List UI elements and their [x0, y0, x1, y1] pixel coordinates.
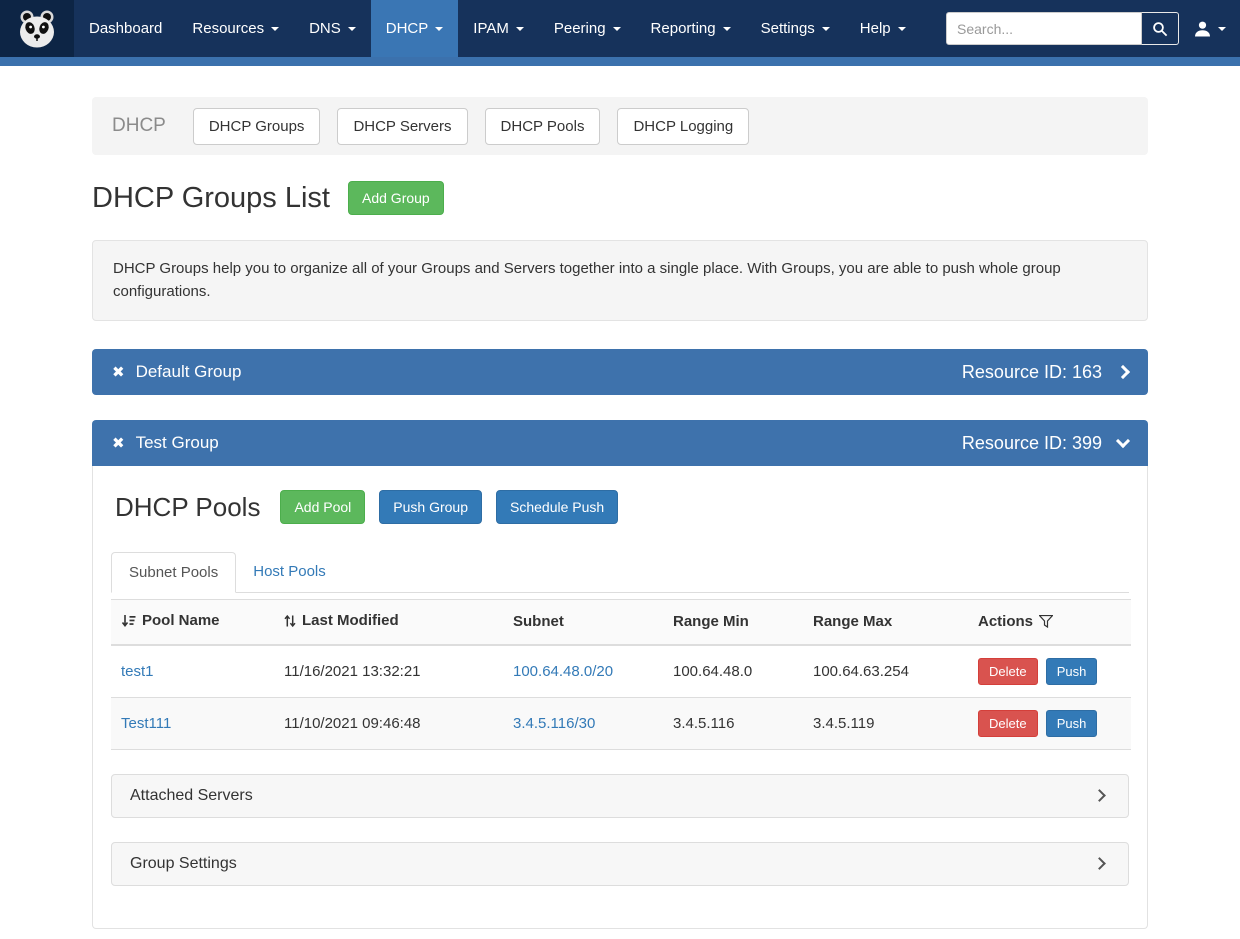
- delete-pool-button[interactable]: Delete: [978, 710, 1038, 737]
- main-menu: Dashboard Resources DNS DHCP IPAM Peerin…: [74, 0, 921, 57]
- chevron-down-icon: [822, 27, 830, 31]
- nav-dns[interactable]: DNS: [294, 0, 371, 57]
- column-header-pool-name[interactable]: Pool Name: [111, 600, 274, 645]
- resource-id-label: Resource ID: 163: [962, 362, 1102, 383]
- add-pool-button[interactable]: Add Pool: [280, 490, 365, 524]
- range-max-cell: 3.4.5.119: [803, 697, 968, 749]
- last-modified-cell: 11/16/2021 13:32:21: [274, 645, 503, 698]
- pools-table: Pool Name Last Modified: [111, 599, 1131, 750]
- main-content: DHCP DHCP Groups DHCP Servers DHCP Pools…: [0, 66, 1240, 939]
- delete-group-icon[interactable]: ✖: [112, 363, 125, 381]
- nav-help[interactable]: Help: [845, 0, 921, 57]
- chevron-right-icon: [1116, 365, 1130, 379]
- app-logo[interactable]: [0, 0, 74, 57]
- panda-logo-icon: [15, 9, 59, 49]
- push-group-button[interactable]: Push Group: [379, 490, 482, 524]
- user-menu[interactable]: [1193, 20, 1226, 38]
- range-max-cell: 100.64.63.254: [803, 645, 968, 698]
- search-icon: [1152, 21, 1168, 37]
- chevron-down-icon: [1116, 434, 1130, 448]
- chevron-right-icon: [1093, 857, 1106, 870]
- table-row: test1 11/16/2021 13:32:21 100.64.48.0/20…: [111, 645, 1131, 698]
- dhcp-pools-button[interactable]: DHCP Pools: [485, 108, 601, 145]
- column-header-range-max: Range Max: [803, 600, 968, 645]
- subnet-link[interactable]: 100.64.48.0/20: [513, 663, 613, 680]
- chevron-down-icon: [348, 27, 356, 31]
- groups-description: DHCP Groups help you to organize all of …: [92, 240, 1148, 321]
- breadcrumb: DHCP DHCP Groups DHCP Servers DHCP Pools…: [92, 97, 1148, 155]
- navbar-search: [946, 12, 1179, 45]
- group-header-test-group[interactable]: ✖ Test Group Resource ID: 399: [92, 420, 1148, 466]
- add-group-button[interactable]: Add Group: [348, 181, 444, 215]
- dhcp-servers-button[interactable]: DHCP Servers: [337, 108, 467, 145]
- sort-icon: [284, 614, 296, 628]
- last-modified-cell: 11/10/2021 09:46:48: [274, 697, 503, 749]
- chevron-right-icon: [1093, 789, 1106, 802]
- nav-peering[interactable]: Peering: [539, 0, 636, 57]
- top-navbar: Dashboard Resources DNS DHCP IPAM Peerin…: [0, 0, 1240, 57]
- navbar-right: [946, 0, 1240, 57]
- push-pool-button[interactable]: Push: [1046, 710, 1098, 737]
- chevron-down-icon: [1218, 27, 1226, 31]
- filter-icon[interactable]: [1039, 615, 1053, 628]
- column-header-range-min: Range Min: [663, 600, 803, 645]
- user-icon: [1193, 20, 1212, 38]
- range-min-cell: 100.64.48.0: [663, 645, 803, 698]
- page-title: DHCP Groups List: [92, 182, 330, 215]
- nav-dashboard[interactable]: Dashboard: [74, 0, 177, 57]
- nav-settings[interactable]: Settings: [746, 0, 845, 57]
- dhcp-groups-button[interactable]: DHCP Groups: [193, 108, 321, 145]
- search-input[interactable]: [946, 12, 1142, 45]
- subnet-link[interactable]: 3.4.5.116/30: [513, 715, 595, 732]
- column-header-subnet: Subnet: [503, 600, 663, 645]
- chevron-down-icon: [271, 27, 279, 31]
- search-button[interactable]: [1142, 12, 1179, 45]
- schedule-push-button[interactable]: Schedule Push: [496, 490, 618, 524]
- nav-reporting[interactable]: Reporting: [636, 0, 746, 57]
- breadcrumb-title: DHCP: [112, 115, 166, 137]
- delete-pool-button[interactable]: Delete: [978, 658, 1038, 685]
- sort-desc-icon: [121, 614, 136, 628]
- chevron-down-icon: [435, 27, 443, 31]
- group-header-default-group[interactable]: ✖ Default Group Resource ID: 163: [92, 349, 1148, 395]
- pools-title: DHCP Pools: [115, 492, 260, 523]
- test-group-panel: DHCP Pools Add Pool Push Group Schedule …: [92, 466, 1148, 929]
- chevron-down-icon: [898, 27, 906, 31]
- attached-servers-section[interactable]: Attached Servers: [111, 774, 1129, 818]
- dhcp-logging-button[interactable]: DHCP Logging: [617, 108, 749, 145]
- chevron-down-icon: [613, 27, 621, 31]
- column-header-last-modified[interactable]: Last Modified: [274, 600, 503, 645]
- range-min-cell: 3.4.5.116: [663, 697, 803, 749]
- nav-ipam[interactable]: IPAM: [458, 0, 539, 57]
- delete-group-icon[interactable]: ✖: [112, 434, 125, 452]
- tab-subnet-pools[interactable]: Subnet Pools: [111, 552, 236, 593]
- column-header-actions: Actions: [968, 600, 1131, 645]
- group-name: Default Group: [136, 362, 242, 382]
- chevron-down-icon: [516, 27, 524, 31]
- group-settings-section[interactable]: Group Settings: [111, 842, 1129, 886]
- pool-name-link[interactable]: test1: [121, 663, 154, 680]
- group-name: Test Group: [136, 433, 219, 453]
- chevron-down-icon: [723, 27, 731, 31]
- push-pool-button[interactable]: Push: [1046, 658, 1098, 685]
- pool-name-link[interactable]: Test111: [121, 715, 171, 732]
- tab-host-pools[interactable]: Host Pools: [236, 552, 343, 593]
- table-row: Test111 11/10/2021 09:46:48 3.4.5.116/30…: [111, 697, 1131, 749]
- resource-id-label: Resource ID: 399: [962, 433, 1102, 454]
- nav-resources[interactable]: Resources: [177, 0, 294, 57]
- pools-tabs: Subnet Pools Host Pools: [111, 552, 1129, 593]
- nav-dhcp[interactable]: DHCP: [371, 0, 459, 57]
